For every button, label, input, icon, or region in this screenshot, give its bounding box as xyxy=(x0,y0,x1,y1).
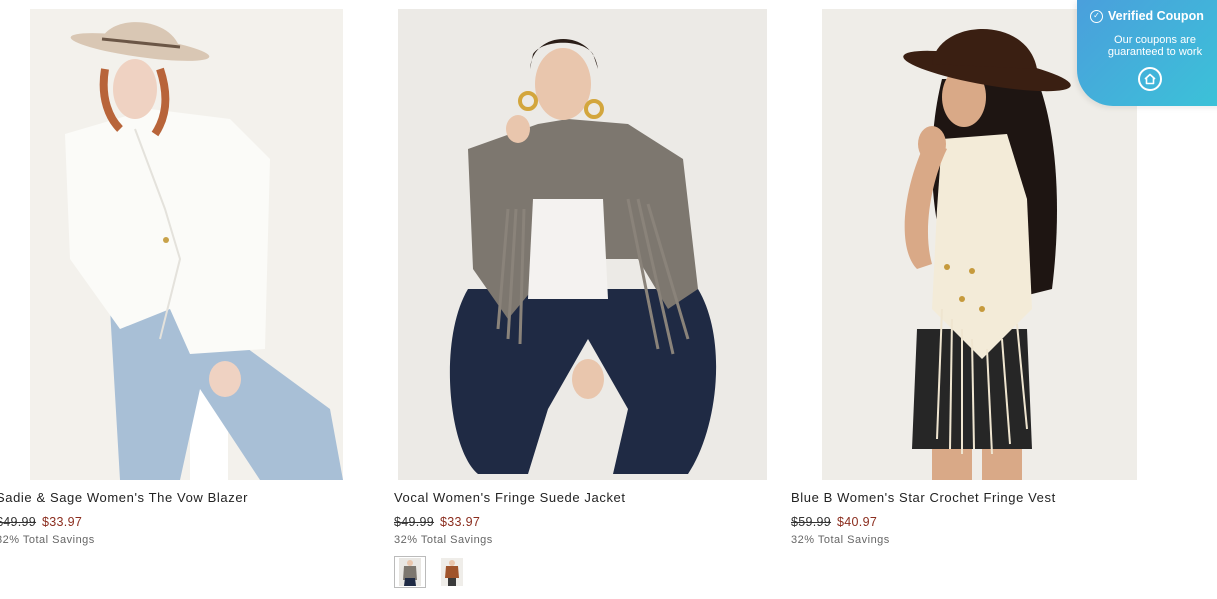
savings-text: 32% Total Savings xyxy=(394,534,493,546)
coupon-header: ✓ Verified Coupon xyxy=(1090,9,1204,23)
original-price: $49.99 xyxy=(394,515,435,529)
verified-coupon-widget[interactable]: ✓ Verified Coupon Our coupons are guaran… xyxy=(1077,0,1217,106)
product-title[interactable]: Blue B Women's Star Crochet Fringe Vest xyxy=(791,490,1056,505)
price-group: $49.99 $33.97 xyxy=(394,515,480,529)
sale-price: $40.97 xyxy=(837,515,878,529)
savings-text: 32% Total Savings xyxy=(791,534,890,546)
house-badge-icon[interactable] xyxy=(1138,67,1162,91)
product-title[interactable]: Vocal Women's Fringe Suede Jacket xyxy=(394,490,626,505)
coupon-title: Verified Coupon xyxy=(1108,9,1204,23)
sale-price: $33.97 xyxy=(42,515,83,529)
original-price: $59.99 xyxy=(791,515,832,529)
product-title[interactable]: Sadie & Sage Women's The Vow Blazer xyxy=(0,490,248,505)
savings-text: 32% Total Savings xyxy=(0,534,95,546)
check-circle-icon: ✓ xyxy=(1090,9,1103,23)
sale-price: $33.97 xyxy=(440,515,481,529)
coupon-subtitle: Our coupons are guaranteed to work xyxy=(1107,34,1203,58)
original-price: $49.99 xyxy=(0,515,37,529)
product-image[interactable] xyxy=(30,9,343,480)
product-grid: Sadie & Sage Women's The Vow Blazer $49.… xyxy=(0,0,1217,599)
price-group: $49.99 $33.97 xyxy=(0,515,82,529)
swatch-grey[interactable] xyxy=(394,556,426,588)
price-group: $59.99 $40.97 xyxy=(791,515,877,529)
swatch-brown[interactable] xyxy=(436,556,468,588)
color-swatches xyxy=(394,556,468,588)
product-image[interactable] xyxy=(398,9,767,480)
